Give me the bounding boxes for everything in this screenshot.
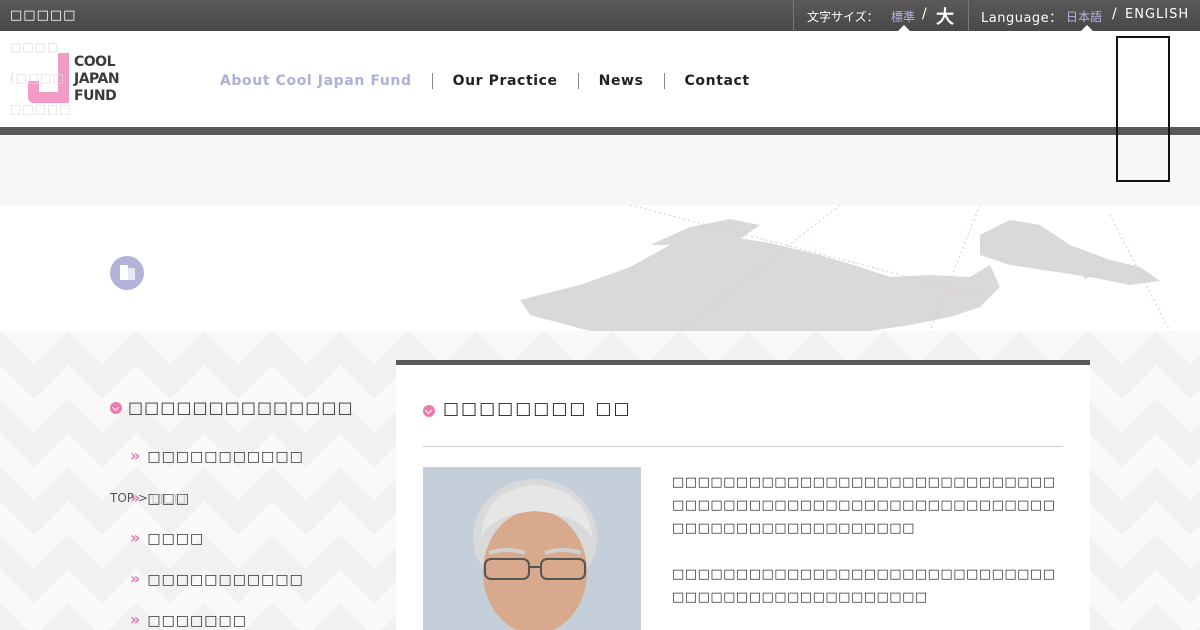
font-size-standard-button[interactable]: 標準 — [891, 8, 915, 25]
nav-contact[interactable]: Contact — [663, 73, 770, 89]
header-divider — [0, 127, 1200, 135]
body-paragraph: □□□□□□□□□□□□□□□□□□□□□□□□□□□□□□□□□□□□□□□□… — [672, 475, 1056, 536]
logo-text-japan: JAPAN — [74, 71, 120, 87]
sidenav-title[interactable]: □□□□□□□□□□□□□□ — [128, 398, 354, 417]
nav-our-practice[interactable]: Our Practice — [431, 73, 578, 89]
breadcrumb-current: □□□ — [151, 491, 186, 505]
language-switcher: Language： 日本語 / ENGLISH — [970, 0, 1200, 31]
nav-about[interactable]: About Cool Japan Fund — [220, 73, 432, 89]
language-english-link[interactable]: ENGLISH — [1125, 7, 1189, 22]
breadcrumb: TOP > □□□ — [110, 491, 186, 505]
sidenav-item[interactable]: » □□□□□□□□□□□ — [130, 569, 304, 588]
hamburger-menu-button[interactable] — [1116, 36, 1170, 182]
font-size-large-button[interactable]: 大 — [936, 3, 954, 29]
hero-banner — [0, 205, 1200, 331]
header-band — [0, 135, 1200, 205]
content-panel: □□□□□□□□ □□ □□□□□□□□□□□□□□□□□□□□□□□□□□□□… — [396, 360, 1090, 630]
main-navigation: About Cool Japan Fund Our Practice News … — [220, 73, 770, 91]
president-portrait-photo — [423, 467, 641, 630]
logo-alt-text: □□□□ — [10, 40, 60, 54]
site-header: COOL JAPAN FUND About Cool Japan Fund Ou… — [0, 31, 1200, 127]
font-size-switcher: 文字サイズ： 標準 / 大 — [793, 0, 969, 31]
sidenav-item[interactable]: » □□□□□□□ — [130, 610, 247, 629]
title-divider — [423, 446, 1063, 447]
page-title: □□□□□□□□ □□ — [443, 399, 632, 419]
nav-news[interactable]: News — [577, 73, 664, 89]
language-japanese-link[interactable]: 日本語 — [1066, 8, 1102, 25]
sidenav-item-label: □□□□□□□ — [147, 613, 247, 629]
building-icon — [110, 256, 144, 290]
font-size-label: 文字サイズ： — [807, 10, 879, 24]
sidenav-item-label: □□□□ — [147, 531, 205, 547]
top-utility-bar: □□□□□ 文字サイズ： 標準 / 大 Language： 日本語 / ENGL… — [0, 0, 1200, 31]
sidenav-item-label: □□□□□□□□□□□ — [147, 449, 304, 465]
sidenav-item-label: □□□□□□□□□□□ — [147, 572, 304, 588]
double-chevron-right-icon: » — [130, 528, 142, 547]
japan-map-image — [520, 205, 1171, 331]
sidenav-item[interactable]: » □□□□ — [130, 528, 204, 547]
body-paragraph: □□□□□□□□□□□□□□□□□□□□□□□□□□□□□□□□□□□□□□□□… — [672, 567, 1056, 605]
chevron-down-circle-icon — [110, 402, 122, 414]
double-chevron-right-icon: » — [130, 569, 142, 588]
language-separator: / — [1112, 6, 1117, 22]
chevron-down-circle-icon — [423, 405, 435, 417]
double-chevron-right-icon: » — [130, 610, 142, 629]
language-label: Language： — [981, 11, 1063, 26]
breadcrumb-top-link[interactable]: TOP — [110, 491, 134, 505]
sidenav-item[interactable]: » □□□□□□□□□□□ — [130, 446, 304, 465]
logo-text-cool: COOL — [74, 54, 116, 70]
font-size-separator: / — [922, 6, 927, 22]
double-chevron-right-icon: » — [130, 446, 142, 465]
logo-text-fund: FUND — [74, 88, 117, 104]
logo-alt-text: □□□□□ — [10, 102, 72, 116]
breadcrumb-separator: > — [137, 491, 148, 505]
logo-alt-text: (□□□□ — [10, 71, 66, 85]
site-label: □□□□□ — [10, 8, 77, 23]
